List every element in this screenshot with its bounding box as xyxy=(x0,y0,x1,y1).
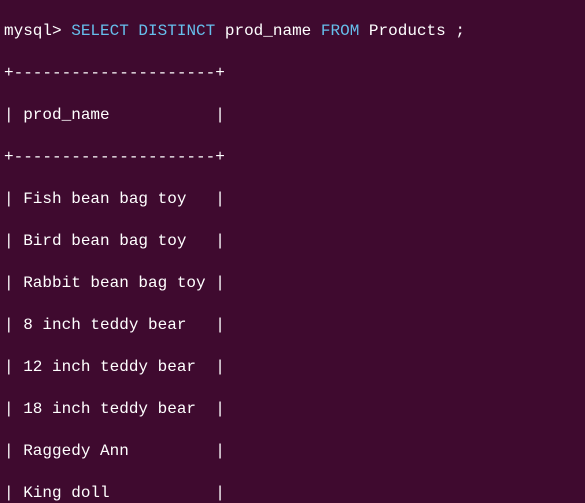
table-row: | Rabbit bean bag toy | xyxy=(4,273,581,294)
identifier-table: Products xyxy=(369,22,446,40)
table-border: +---------------------+ xyxy=(4,63,581,84)
table-row: | Raggedy Ann | xyxy=(4,441,581,462)
table-row: | 8 inch teddy bear | xyxy=(4,315,581,336)
prompt: mysql> xyxy=(4,22,62,40)
keyword-select: SELECT DISTINCT xyxy=(71,22,215,40)
table-row: | 12 inch teddy bear | xyxy=(4,357,581,378)
table-row: | Bird bean bag toy | xyxy=(4,231,581,252)
identifier-column: prod_name xyxy=(225,22,311,40)
table-row: | King doll | xyxy=(4,483,581,503)
table-header: | prod_name | xyxy=(4,105,581,126)
table-row: | Fish bean bag toy | xyxy=(4,189,581,210)
query1-line: mysql> SELECT DISTINCT prod_name FROM Pr… xyxy=(4,21,581,42)
keyword-from: FROM xyxy=(321,22,359,40)
table-border: +---------------------+ xyxy=(4,147,581,168)
statement-tail: ; xyxy=(446,22,465,40)
table-row: | 18 inch teddy bear | xyxy=(4,399,581,420)
mysql-terminal[interactable]: mysql> SELECT DISTINCT prod_name FROM Pr… xyxy=(0,0,585,503)
